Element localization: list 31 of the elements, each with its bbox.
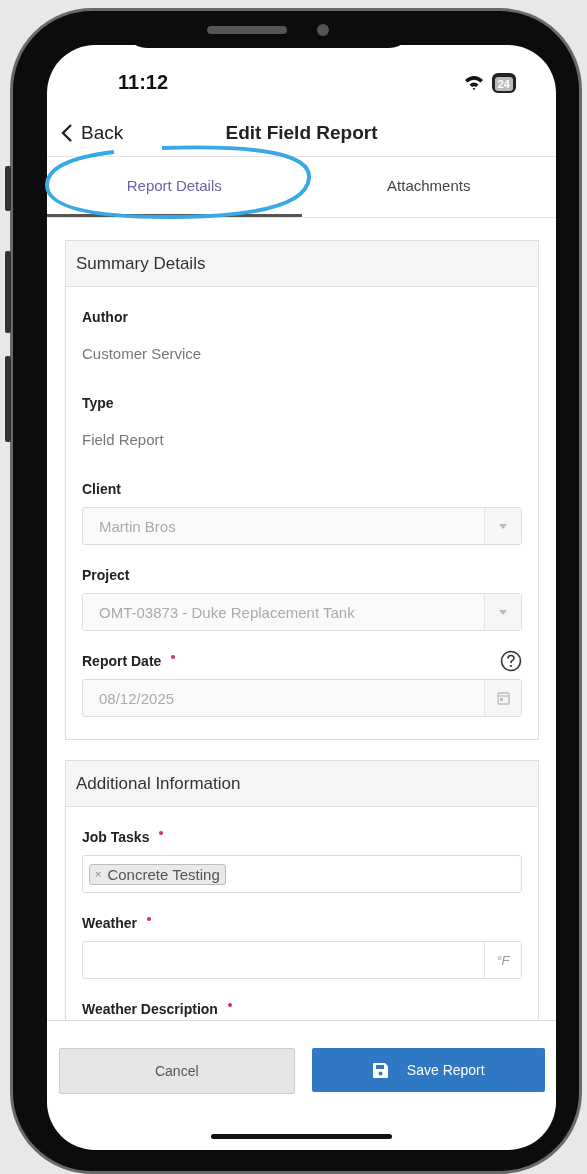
wifi-icon [463,75,484,90]
input-field[interactable]: °F [82,941,522,979]
field-value: Customer Service [82,344,203,364]
tag-chip[interactable]: × Concrete Testing [89,863,226,885]
field-label: Weather [82,915,137,931]
field-label: Author [82,309,128,325]
tab[interactable]: Report Details [47,157,302,217]
battery-level: 24 [494,76,513,91]
tab[interactable]: Attachments [301,157,556,217]
tags-field[interactable]: × Concrete Testing [82,855,522,893]
field-value: Field Report [82,430,165,450]
field-label: Weather Description [82,1001,218,1017]
save-button[interactable]: Save Report [311,1048,545,1092]
field-label: Report Date [82,653,162,669]
screen-title: Edit Field Report [225,122,378,144]
section-header: Summary Details [66,241,538,287]
unit-label: °F [496,952,510,968]
section-header: Additional Information [66,761,538,807]
caret-icon [499,523,507,529]
field-label: Client [82,481,121,497]
calendar-icon [496,691,510,705]
remove-tag-icon[interactable]: × [95,868,102,880]
caret-icon [499,609,507,615]
chevron-left-icon [61,123,73,143]
field-label: Job Tasks [82,829,150,845]
field-label: Project [82,567,130,583]
back-button[interactable]: Back [61,122,124,144]
camera-lens [317,23,329,36]
status-time: 11:12 [118,71,169,94]
cancel-button[interactable]: Cancel [59,1048,295,1094]
field-label: Type [82,395,114,411]
